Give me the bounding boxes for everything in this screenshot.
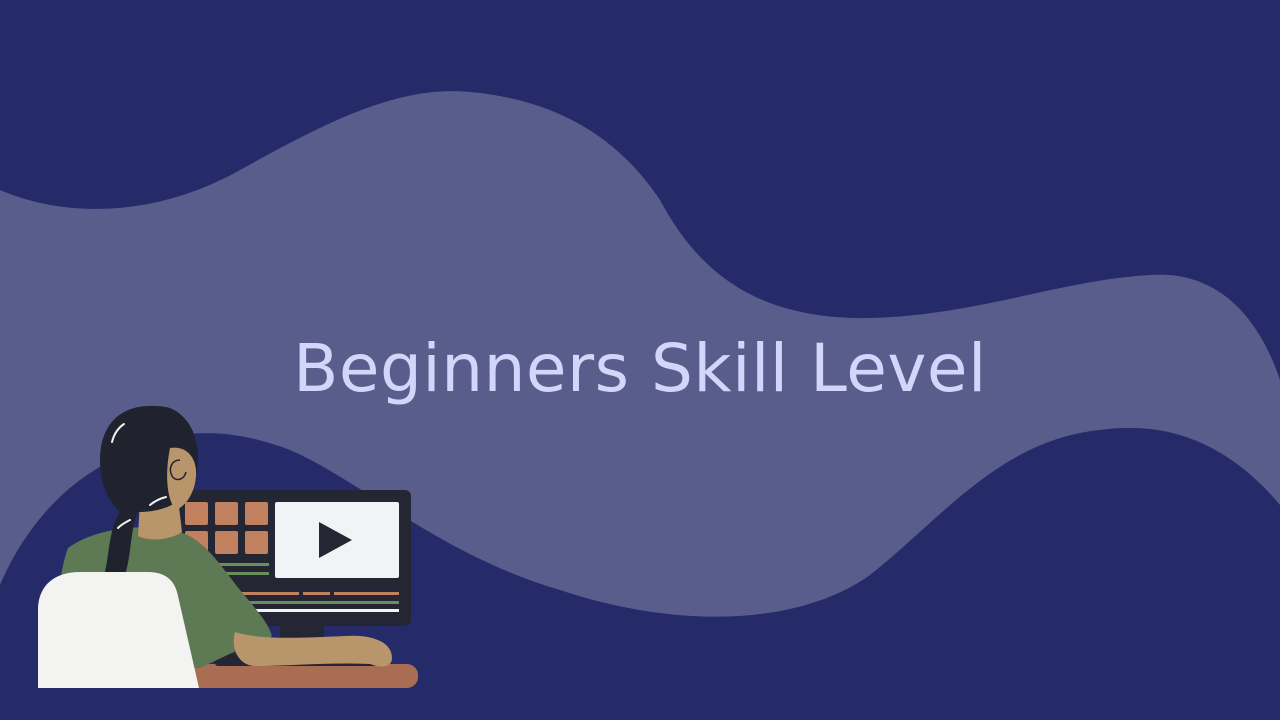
person-editing-video-illustration <box>38 406 418 688</box>
slide: Beginners Skill Level <box>0 0 1280 720</box>
chair <box>38 572 199 688</box>
